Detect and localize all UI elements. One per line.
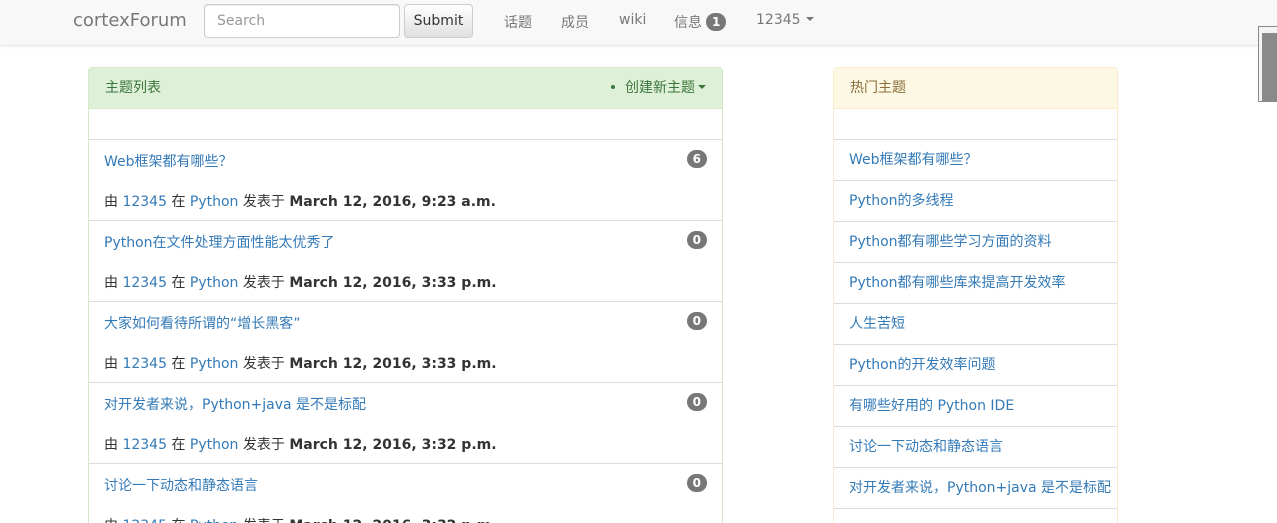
hot-topic-link[interactable]: 人生苦短 xyxy=(849,316,905,332)
topic-author-link[interactable]: 12345 xyxy=(122,275,167,291)
topic-list-spacer xyxy=(89,109,722,140)
reply-count-badge: 6 xyxy=(686,150,707,168)
meta-by-label: 由 xyxy=(104,518,118,523)
chevron-down-icon xyxy=(805,17,814,21)
topic-title-link[interactable]: Python在文件处理方面性能太优秀了 xyxy=(104,232,335,252)
side-widget-icon xyxy=(1262,33,1277,101)
hot-topic-item: 对开发者来说，Python+java 是不是标配 xyxy=(834,468,1117,509)
topic-row: 讨论一下动态和静态语言 0 由 12345 在 Python 发表于 March… xyxy=(89,464,722,523)
meta-posted-label: 发表于 xyxy=(242,356,285,372)
topic-title-link[interactable]: 对开发者来说，Python+java 是不是标配 xyxy=(104,394,366,414)
user-dropdown-toggle[interactable]: 12345 xyxy=(756,12,814,28)
meta-posted-label: 发表于 xyxy=(242,437,285,453)
topic-author-link[interactable]: 12345 xyxy=(122,356,167,372)
meta-posted-label: 发表于 xyxy=(243,518,285,523)
meta-in-label: 在 xyxy=(171,275,186,291)
hot-topic-item: 讨论一下动态和静态语言 xyxy=(834,427,1117,468)
hot-topic-link[interactable]: Python的多线程 xyxy=(849,193,954,209)
hot-topics-title: 热门主题 xyxy=(850,80,906,96)
topic-meta: 由 12345 在 Python 发表于 March 12, 2016, 3:3… xyxy=(104,353,497,373)
hot-topic-link[interactable]: 讨论一下动态和静态语言 xyxy=(849,439,1003,455)
topic-title-link[interactable]: 讨论一下动态和静态语言 xyxy=(104,475,258,495)
search-submit-button[interactable]: Submit xyxy=(404,4,473,38)
top-navbar: cortexForum Submit 话题 成员 wiki 信息1 12345 xyxy=(0,0,1277,46)
meta-posted-label: 发表于 xyxy=(242,275,285,291)
topic-meta: 由 12345 在 Python 发表于 March 12, 2016, 9:2… xyxy=(104,191,496,211)
hot-topic-link[interactable]: Python都有哪些库来提高开发效率 xyxy=(849,275,1066,291)
search-input[interactable] xyxy=(204,4,400,38)
meta-by-label: 由 xyxy=(104,194,118,210)
meta-in-label: 在 xyxy=(171,437,186,453)
topic-row: Web框架都有哪些？ 6 由 12345 在 Python 发表于 March … xyxy=(89,140,722,221)
topic-row: 对开发者来说，Python+java 是不是标配 0 由 12345 在 Pyt… xyxy=(89,383,722,464)
topic-time: March 12, 2016, 3:33 p.m. xyxy=(289,356,497,372)
reply-count-badge: 0 xyxy=(686,231,707,249)
topic-node-link[interactable]: Python xyxy=(190,194,239,210)
hot-topic-item: Python都有哪些库来提高开发效率 xyxy=(834,263,1117,304)
topic-time: March 12, 2016, 3:33 p.m. xyxy=(289,275,497,291)
hot-topic-link[interactable]: Python都有哪些学习方面的资料 xyxy=(849,234,1052,250)
meta-in-label: 在 xyxy=(171,194,186,210)
reply-count-badge: 0 xyxy=(686,474,707,492)
create-topic-label: 创建新主题 xyxy=(625,80,695,96)
nav-wiki-link[interactable]: wiki xyxy=(619,12,646,28)
reply-count-badge: 0 xyxy=(686,393,707,411)
reply-count-badge: 0 xyxy=(686,312,707,330)
hot-topics-list: Web框架都有哪些？ Python的多线程 Python都有哪些学习方面的资料 … xyxy=(834,140,1117,509)
hot-topic-link[interactable]: Web框架都有哪些？ xyxy=(849,152,978,168)
brand-link[interactable]: cortexForum xyxy=(73,10,187,31)
hot-topic-item: Web框架都有哪些？ xyxy=(834,140,1117,181)
topic-node-link[interactable]: Python xyxy=(190,518,239,523)
nav-messages-label: 信息 xyxy=(674,15,702,31)
meta-by-label: 由 xyxy=(104,356,118,372)
topic-node-link[interactable]: Python xyxy=(190,437,239,453)
topic-author-link[interactable]: 12345 xyxy=(122,518,167,523)
topic-title-link[interactable]: 大家如何看待所谓的“增长黑客” xyxy=(104,313,301,333)
topic-node-link[interactable]: Python xyxy=(190,356,239,372)
topic-row: 大家如何看待所谓的“增长黑客” 0 由 12345 在 Python 发表于 M… xyxy=(89,302,722,383)
hot-topic-item: Python的多线程 xyxy=(834,181,1117,222)
topic-node-link[interactable]: Python xyxy=(190,275,239,291)
topic-meta: 由 12345 在 Python 发表于 March 12, 2016, 3:3… xyxy=(104,272,497,292)
topic-author-link[interactable]: 12345 xyxy=(122,437,167,453)
meta-by-label: 由 xyxy=(104,275,118,291)
hot-topics-spacer xyxy=(834,109,1117,140)
hot-topic-link[interactable]: 对开发者来说，Python+java 是不是标配 xyxy=(849,480,1111,496)
meta-posted-label: 发表于 xyxy=(242,194,285,210)
topic-meta: 由 12345 在 Python 发表于 March 12, 2016, 3:3… xyxy=(104,434,497,454)
hot-topic-link[interactable]: Python的开发效率问题 xyxy=(849,357,996,373)
topic-time: March 12, 2016, 9:23 a.m. xyxy=(289,194,496,210)
nav-members-link[interactable]: 成员 xyxy=(561,12,589,32)
create-topic-dropdown[interactable]: 创建新主题 xyxy=(611,68,706,109)
chevron-down-icon xyxy=(698,85,706,89)
topic-list-title: 主题列表 xyxy=(105,80,161,96)
nav-topics-link[interactable]: 话题 xyxy=(504,12,532,32)
meta-by-label: 由 xyxy=(104,437,118,453)
messages-count-badge: 1 xyxy=(706,13,727,31)
hot-topic-item: 人生苦短 xyxy=(834,304,1117,345)
topic-list-panel: 主题列表 创建新主题 Web框架都有哪些？ 6 由 12345 在 Python… xyxy=(88,67,723,523)
topic-author-link[interactable]: 12345 xyxy=(122,194,167,210)
topic-title-link[interactable]: Web框架都有哪些？ xyxy=(104,151,233,171)
meta-in-label: 在 xyxy=(171,518,185,523)
nav-messages-link[interactable]: 信息 1 xyxy=(674,12,727,32)
hot-topic-item: 有哪些好用的 Python IDE xyxy=(834,386,1117,427)
topic-meta: 由 12345 在 Python 发表于 March 12, 2016, 3:3… xyxy=(104,515,497,523)
topic-time: March 12, 2016, 3:32 p.m. xyxy=(289,518,496,523)
topic-row: Python在文件处理方面性能太优秀了 0 由 12345 在 Python 发… xyxy=(89,221,722,302)
side-widget[interactable] xyxy=(1258,26,1277,102)
topic-time: March 12, 2016, 3:32 p.m. xyxy=(289,437,497,453)
hot-topic-item: Python的开发效率问题 xyxy=(834,345,1117,386)
hot-topics-heading: 热门主题 xyxy=(834,68,1117,109)
user-name: 12345 xyxy=(756,12,801,28)
topic-list: Web框架都有哪些？ 6 由 12345 在 Python 发表于 March … xyxy=(89,140,722,523)
bullet-icon xyxy=(611,85,615,89)
hot-topics-panel: 热门主题 Web框架都有哪些？ Python的多线程 Python都有哪些学习方… xyxy=(833,67,1118,523)
meta-in-label: 在 xyxy=(171,356,186,372)
hot-topic-link[interactable]: 有哪些好用的 Python IDE xyxy=(849,398,1014,414)
hot-topic-item: Python都有哪些学习方面的资料 xyxy=(834,222,1117,263)
topic-list-heading: 主题列表 创建新主题 xyxy=(89,68,722,109)
